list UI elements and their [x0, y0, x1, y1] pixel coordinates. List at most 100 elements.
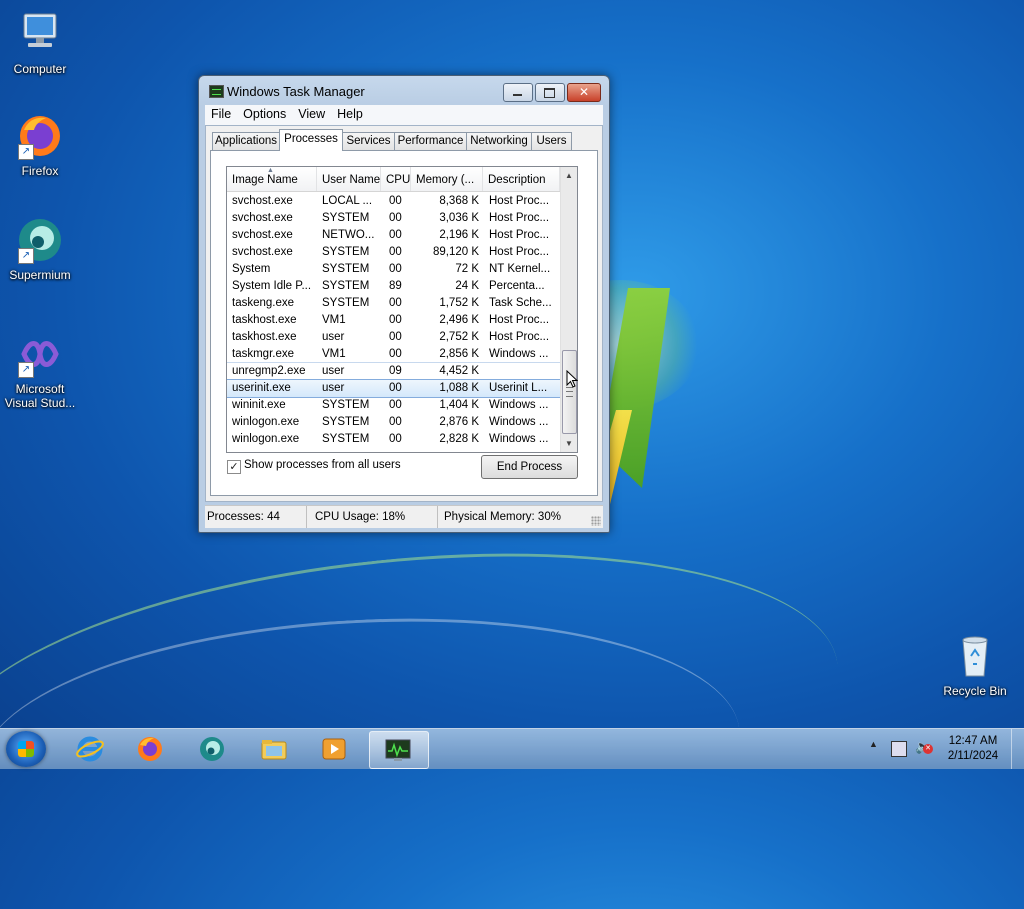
taskbar-clock[interactable]: 12:47 AM 2/11/2024	[940, 734, 1006, 764]
menu-view[interactable]: View	[292, 105, 331, 123]
menu-help[interactable]: Help	[331, 105, 369, 123]
cell-image-name: svchost.exe	[232, 195, 293, 207]
cell-user-name: SYSTEM	[322, 246, 370, 258]
desktop-icon-firefox[interactable]: ↗ Firefox	[2, 112, 78, 178]
start-button[interactable]	[6, 731, 46, 767]
column-description[interactable]: Description	[483, 167, 560, 191]
table-row[interactable]: svchost.exe SYSTEM 00 89,120 K Host Proc...	[227, 244, 560, 261]
tab-applications[interactable]: Applications	[212, 132, 280, 150]
cell-memory: 1,088 K	[439, 382, 479, 394]
table-row[interactable]: svchost.exe SYSTEM 00 3,036 K Host Proc...	[227, 210, 560, 227]
table-row[interactable]: System SYSTEM 00 72 K NT Kernel...	[227, 261, 560, 278]
table-row[interactable]: winlogon.exe SYSTEM 00 2,828 K Windows ...	[227, 431, 560, 448]
cell-description: Userinit L...	[489, 382, 548, 394]
desktop-icon-recycle-bin[interactable]: Recycle Bin	[937, 632, 1013, 698]
taskbar-supermium[interactable]	[184, 731, 240, 767]
tab-users[interactable]: Users	[531, 132, 572, 150]
table-row[interactable]: taskeng.exe SYSTEM 00 1,752 K Task Sche...	[227, 295, 560, 312]
internet-explorer-icon	[76, 736, 104, 762]
show-desktop-button[interactable]	[1011, 729, 1024, 769]
status-cpu-usage: CPU Usage: 18%	[307, 506, 438, 528]
tab-performance[interactable]: Performance	[394, 132, 467, 150]
show-all-users-checkbox[interactable]: ✓	[227, 460, 241, 474]
table-row[interactable]: svchost.exe NETWO... 00 2,196 K Host Proc...	[227, 227, 560, 244]
column-cpu[interactable]: CPU	[381, 167, 411, 191]
table-row[interactable]: userinit.exe user 00 1,088 K Userinit L...	[227, 379, 561, 398]
computer-icon	[16, 10, 64, 58]
vertical-scrollbar[interactable]: ▲ ▼	[560, 167, 577, 452]
menu-options[interactable]: Options	[237, 105, 292, 123]
table-row[interactable]: taskhost.exe VM1 00 2,496 K Host Proc...	[227, 312, 560, 329]
cell-description: Task Sche...	[489, 297, 552, 309]
cell-image-name: taskhost.exe	[232, 331, 297, 343]
tab-networking[interactable]: Networking	[466, 132, 532, 150]
desktop-icon-computer[interactable]: Computer	[2, 10, 78, 76]
clock-time: 12:47 AM	[948, 735, 998, 747]
taskbar-file-explorer[interactable]	[246, 731, 302, 767]
taskbar-internet-explorer[interactable]	[62, 731, 118, 767]
process-list[interactable]: ▲ Image Name User Name CPU Memory (... D…	[226, 166, 578, 453]
minimize-button[interactable]	[503, 83, 533, 102]
scroll-down-arrow-icon[interactable]: ▼	[561, 435, 577, 452]
show-all-users-label[interactable]: Show processes from all users	[244, 459, 401, 471]
cell-user-name: SYSTEM	[322, 297, 370, 309]
table-row[interactable]: wininit.exe SYSTEM 00 1,404 K Windows ...	[227, 397, 560, 414]
column-header: ▲ Image Name User Name CPU Memory (... D…	[227, 167, 560, 192]
taskbar-task-manager[interactable]	[369, 731, 429, 769]
cell-memory: 2,856 K	[439, 348, 479, 360]
volume-muted-icon[interactable]: 🔈	[915, 739, 933, 755]
tab-services[interactable]: Services	[342, 132, 395, 150]
tab-processes[interactable]: Processes	[279, 129, 343, 151]
table-row[interactable]: taskmgr.exe VM1 00 2,856 K Windows ...	[227, 346, 560, 363]
taskbar-media-player[interactable]	[306, 731, 362, 767]
cell-image-name: wininit.exe	[232, 399, 286, 411]
task-manager-icon	[385, 739, 411, 761]
cell-description	[483, 363, 560, 380]
title-bar[interactable]: Windows Task Manager	[199, 76, 609, 106]
cell-cpu: 00	[389, 297, 402, 309]
cell-memory: 1,404 K	[439, 399, 479, 411]
desktop-icon-visual-studio[interactable]: ↗ Microsoft Visual Stud...	[2, 330, 78, 410]
cell-memory: 24 K	[455, 280, 479, 292]
column-user-name[interactable]: User Name	[317, 167, 381, 191]
cell-description: Windows ...	[489, 416, 549, 428]
desktop-icon-label: Firefox	[21, 164, 59, 178]
table-row[interactable]: taskhost.exe user 00 2,752 K Host Proc...	[227, 329, 560, 346]
cell-image-name: unregmp2.exe	[232, 365, 306, 377]
cell-description: Windows ...	[489, 399, 549, 411]
show-hidden-icons-arrow-icon[interactable]: ▲	[869, 739, 878, 749]
table-row[interactable]: System Idle P... SYSTEM 89 24 K Percenta...	[227, 278, 560, 295]
network-icon[interactable]	[891, 741, 907, 757]
firefox-icon	[138, 737, 162, 761]
grip-icon	[566, 387, 573, 397]
cell-description: Host Proc...	[489, 229, 550, 241]
status-physical-memory: Physical Memory: 30%	[444, 511, 561, 523]
desktop-icon-supermium[interactable]: ↗ Supermium	[2, 216, 78, 282]
taskbar-firefox[interactable]	[122, 731, 178, 767]
scrollbar-thumb[interactable]	[562, 350, 577, 434]
cell-cpu: 00	[389, 416, 402, 428]
cell-memory: 3,036 K	[439, 212, 479, 224]
scroll-up-arrow-icon[interactable]: ▲	[561, 167, 577, 184]
cell-cpu: 00	[389, 212, 402, 224]
cell-description: Host Proc...	[489, 195, 550, 207]
cell-description: Host Proc...	[489, 331, 550, 343]
resize-grip-icon[interactable]	[591, 516, 601, 526]
cell-image-name: taskeng.exe	[232, 297, 295, 309]
cell-user-name: SYSTEM	[322, 280, 370, 292]
task-manager-icon	[209, 85, 224, 98]
table-row[interactable]: winlogon.exe SYSTEM 00 2,876 K Windows ...	[227, 414, 560, 431]
close-button[interactable]	[567, 83, 601, 102]
table-row[interactable]: svchost.exe LOCAL ... 00 8,368 K Host Proc..…	[227, 193, 560, 210]
cell-cpu: 00	[389, 348, 402, 360]
cell-description: Host Proc...	[489, 314, 550, 326]
shortcut-arrow-icon: ↗	[18, 144, 34, 160]
table-row[interactable]: unregmp2.exe user 09 4,452 K	[227, 362, 561, 381]
end-process-button[interactable]: End Process	[481, 455, 578, 479]
column-image-name[interactable]: ▲ Image Name	[227, 167, 317, 191]
column-memory[interactable]: Memory (...	[411, 167, 483, 191]
cell-image-name: winlogon.exe	[232, 433, 300, 445]
menu-file[interactable]: File	[205, 105, 237, 123]
cell-user-name: SYSTEM	[322, 212, 370, 224]
maximize-button[interactable]	[535, 83, 565, 102]
